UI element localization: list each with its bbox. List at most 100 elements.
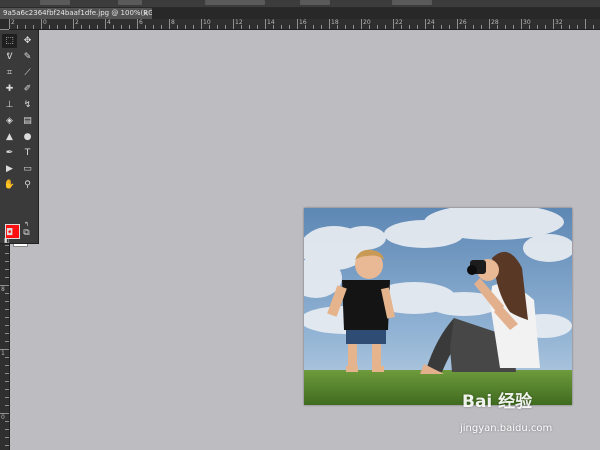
gradient-tool-icon[interactable]: ▤ (20, 114, 35, 128)
ruler-tick (9, 19, 10, 29)
pen-tool-icon[interactable]: ✒ (2, 146, 17, 160)
ruler-label: 1 (1, 350, 5, 357)
move-tool-icon[interactable]: ✥ (20, 34, 35, 48)
ruler-tick (97, 25, 98, 29)
ruler-tick (265, 19, 266, 29)
brush-tool-icon[interactable]: ✐ (20, 82, 35, 96)
ruler-tick (449, 25, 450, 29)
ruler-tick (17, 25, 18, 29)
ruler-label: 28 (491, 19, 499, 26)
ruler-tick (553, 19, 554, 29)
ruler-tick (5, 277, 9, 278)
ruler-tick (129, 25, 130, 29)
ruler-tick (313, 25, 314, 29)
eraser-tool-icon[interactable]: ◈ (2, 114, 17, 128)
path-select-tool-icon[interactable]: ▶ (2, 162, 17, 176)
ruler-tick (329, 19, 330, 29)
ruler-tick (217, 25, 218, 29)
ruler-label: 14 (267, 19, 275, 26)
ruler-tick (145, 25, 146, 29)
ruler-tick (473, 25, 474, 29)
healing-brush-tool-icon[interactable]: ✚ (2, 82, 17, 96)
ruler-tick (137, 19, 138, 29)
ruler-tick (5, 437, 9, 438)
watermark-url: jingyan.baidu.com (460, 423, 553, 434)
hand-tool-icon[interactable]: ✋ (2, 178, 17, 192)
ruler-tick (393, 19, 394, 29)
canvas-image[interactable] (304, 208, 572, 405)
ruler-tick (113, 25, 114, 29)
ruler-label: 30 (523, 19, 531, 26)
ruler-tick (489, 19, 490, 29)
ruler-tick (481, 25, 482, 29)
ruler-tick (185, 25, 186, 29)
ruler-tick (49, 25, 50, 29)
ruler-tick (569, 25, 570, 29)
ruler-tick (593, 25, 594, 29)
dodge-tool-icon[interactable]: ● (20, 130, 35, 144)
ruler-label: 4 (107, 19, 111, 26)
options-control[interactable] (392, 0, 432, 5)
zoom-tool-icon[interactable]: ⚲ (20, 178, 35, 192)
ruler-tick (33, 25, 34, 29)
close-tab-icon[interactable]: × (142, 8, 149, 19)
ruler-tick (105, 19, 106, 29)
blur-tool-icon[interactable]: ▲ (2, 130, 17, 144)
ruler-tick (5, 253, 9, 254)
eyedropper-tool-icon[interactable]: ⟋ (20, 66, 35, 80)
ruler-tick (425, 19, 426, 29)
ruler-tick (225, 25, 226, 29)
ruler-tick (89, 25, 90, 29)
ruler-tick (585, 19, 586, 29)
options-control[interactable] (300, 0, 330, 5)
ruler-label: 32 (555, 19, 563, 26)
ruler-tick (201, 19, 202, 29)
ruler-label: 8 (171, 19, 175, 26)
ruler-tick (5, 389, 9, 390)
ruler-tick (5, 381, 9, 382)
history-brush-tool-icon[interactable]: ↯ (20, 98, 35, 112)
crop-tool-icon[interactable]: ⌗ (2, 66, 17, 80)
quick-select-tool-icon[interactable]: ✎ (20, 50, 35, 64)
ruler-tick (5, 405, 9, 406)
options-control[interactable] (118, 0, 142, 5)
ruler-label: 20 (363, 19, 371, 26)
ruler-tick (5, 333, 9, 334)
ruler-tick (441, 25, 442, 29)
lasso-tool-icon[interactable]: ᕓ (2, 50, 17, 64)
ruler-tick (297, 19, 298, 29)
ruler-corner (0, 19, 9, 29)
ruler-label: 24 (427, 19, 435, 26)
options-control[interactable] (40, 0, 70, 5)
ruler-tick (25, 25, 26, 29)
ruler-tick (153, 25, 154, 29)
ruler-tick (289, 25, 290, 29)
ruler-tick (5, 261, 9, 262)
quick-mask-icon[interactable]: ◘ (2, 226, 17, 240)
ruler-tick (5, 365, 9, 366)
screen-mode-icon[interactable]: ⧉ (19, 226, 34, 240)
document-tab[interactable]: 9a5a6c2364fbf24baaf1dfe.jpg @ 100%(RGB/8… (0, 8, 152, 19)
ruler-tick (5, 357, 9, 358)
ruler-tick (193, 25, 194, 29)
marquee-tool-icon[interactable]: ⬚ (2, 34, 17, 48)
ruler-tick (177, 25, 178, 29)
clone-stamp-tool-icon[interactable]: ⊥ (2, 98, 17, 112)
ruler-tick (5, 317, 9, 318)
tools-panel: ⬚ ✥ ᕓ ✎ ⌗ ⟋ ✚ ✐ ⊥ ↯ ◈ ▤ ▲ ● ✒ T ▶ ▭ ✋ ⚲ ↰ ◧ ◘ ⧉ (0, 30, 39, 247)
ruler-tick (505, 25, 506, 29)
ruler-tick (513, 25, 514, 29)
ruler-tick (537, 25, 538, 29)
ruler-tick (5, 429, 9, 430)
ruler-tick (121, 25, 122, 29)
ruler-tick (577, 25, 578, 29)
options-control[interactable] (205, 0, 265, 5)
ruler-label: 22 (395, 19, 403, 26)
ruler-tick (5, 301, 9, 302)
type-tool-icon[interactable]: T (20, 146, 35, 160)
ruler-horizontal[interactable]: 2 0 2 4 6 8 10 12 14 16 18 20 22 24 26 28 30 32 (9, 19, 600, 30)
ruler-tick (5, 269, 9, 270)
shape-tool-icon[interactable]: ▭ (20, 162, 35, 176)
ruler-label: 0 (43, 19, 47, 26)
ruler-tick (321, 25, 322, 29)
